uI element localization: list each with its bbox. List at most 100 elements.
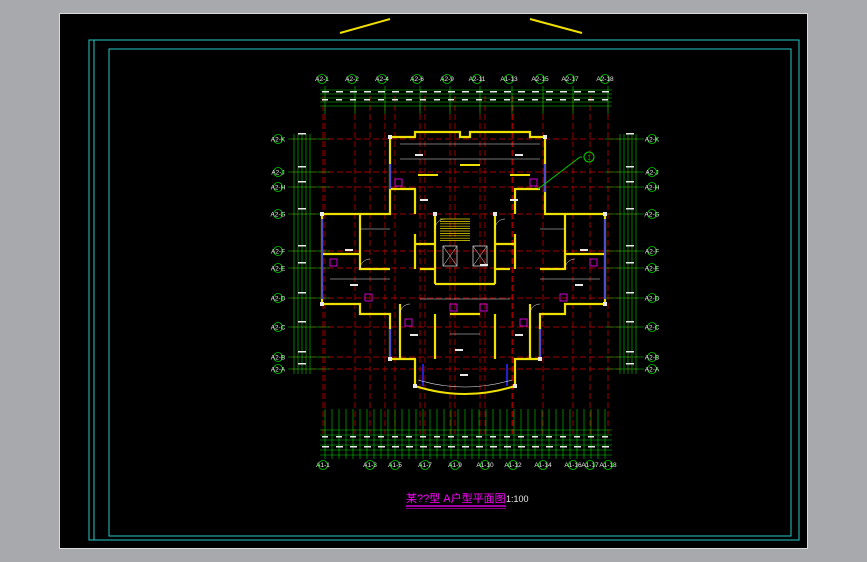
dim-text-mark [434, 99, 440, 101]
dim-text-mark [504, 99, 510, 101]
room-label-mark [345, 249, 353, 251]
door-swing [359, 258, 371, 270]
dim-text-mark [560, 91, 567, 93]
dim-text-mark [518, 91, 525, 93]
drawing-canvas[interactable]: A2-1 A2-2 A2-4 A2-6 A2-9 A2-11 A1-13 A2-15 A2-17… [59, 13, 808, 549]
dim-text-mark [588, 91, 595, 93]
dim-text-mark [626, 321, 634, 323]
bottom-axis-label: A1-12 [504, 462, 522, 469]
top-axis-label: A2-17 [561, 76, 579, 83]
dim-text-mark [546, 446, 553, 448]
room-label-mark [515, 154, 523, 156]
dim-text-mark [626, 245, 634, 247]
left-axis-label: A2-E [271, 266, 286, 273]
room-label-mark [480, 264, 488, 266]
dim-text-mark [448, 91, 455, 93]
left-axis-label: A2-B [271, 355, 285, 362]
bottom-axis-label: A1-7 [418, 462, 432, 469]
dim-text-mark [532, 91, 539, 93]
dim-text-mark [602, 91, 609, 93]
right-axis-label: A2-B [645, 355, 659, 362]
dimension-lines [288, 86, 644, 459]
dim-text-mark [476, 99, 482, 101]
dim-text-mark [448, 436, 454, 438]
right-axis-label: A2-C [645, 325, 660, 332]
bottom-axis-label: A1-14 [534, 462, 552, 469]
dim-text-mark [574, 446, 581, 448]
dim-text-mark [336, 91, 343, 93]
dim-text-mark [626, 262, 634, 264]
fixture [559, 293, 568, 302]
column [493, 212, 497, 216]
dim-text-mark [378, 446, 385, 448]
dim-text-mark [298, 292, 306, 294]
dim-text-mark [378, 99, 384, 101]
dim-text-mark [574, 91, 581, 93]
dim-text-mark [298, 363, 306, 365]
wall-segment [330, 302, 417, 386]
top-axis-label: A2-4 [375, 76, 389, 83]
column [543, 135, 547, 139]
dim-text-mark [518, 99, 524, 101]
dim-text-mark [336, 436, 342, 438]
dim-text-mark [462, 99, 468, 101]
dim-text-mark [322, 99, 328, 101]
dim-text-mark [588, 99, 594, 101]
dim-text-mark [350, 99, 356, 101]
room-label-mark [575, 284, 583, 286]
dim-text-mark [588, 446, 595, 448]
dim-text-mark [406, 446, 413, 448]
dim-text-mark [392, 99, 398, 101]
room-label-mark [415, 154, 423, 156]
dim-text-mark [434, 436, 440, 438]
wall-segment [322, 242, 605, 256]
column [603, 212, 607, 216]
cad-viewer: A2-1 A2-2 A2-4 A2-6 A2-9 A2-11 A1-13 A2-15 A2-17… [0, 0, 867, 562]
fixture [364, 293, 373, 302]
left-axis-label: A2-D [271, 296, 286, 303]
dim-text-mark [298, 351, 306, 353]
column [603, 302, 607, 306]
dim-text-mark [546, 99, 552, 101]
dim-text-mark [504, 446, 511, 448]
bottom-axis-label: A1-3 [363, 462, 377, 469]
bottom-axis-label: A1-1 [316, 462, 330, 469]
top-axis-label: A1-13 [500, 76, 518, 83]
top-axis-label: A2-9 [440, 76, 454, 83]
bottom-axis-label: A1-16 [564, 462, 582, 469]
dim-text-mark [546, 91, 553, 93]
dim-text-mark [420, 91, 427, 93]
dim-text-mark [532, 99, 538, 101]
dim-text-mark [420, 436, 426, 438]
fixture [449, 303, 458, 312]
dim-text-mark [298, 262, 306, 264]
left-axis-label: A2-G [270, 212, 285, 219]
dim-text-mark [434, 91, 441, 93]
left-axis-label: A2-C [271, 325, 286, 332]
dim-text-mark [626, 208, 634, 210]
bottom-axis-label: A1-9 [448, 462, 462, 469]
dim-text-mark [350, 446, 357, 448]
dim-text-mark [532, 436, 538, 438]
dim-text-mark [504, 91, 511, 93]
column [388, 357, 392, 361]
dim-text-mark [574, 99, 580, 101]
right-axis-label: A2-F [645, 249, 659, 256]
right-axis-label: A2-A [645, 367, 660, 374]
fixture [394, 178, 403, 187]
room-label-bar [460, 164, 480, 166]
dim-text-mark [406, 91, 413, 93]
door-swing [494, 218, 506, 230]
dim-text-mark [364, 446, 371, 448]
door-swing [529, 303, 541, 315]
floor-plan-drawing: A2-1 A2-2 A2-4 A2-6 A2-9 A2-11 A1-13 A2-15 A2-17… [88, 18, 800, 541]
dim-text-mark [322, 91, 329, 93]
column [433, 212, 437, 216]
dim-text-mark [462, 446, 469, 448]
wall-segment [543, 194, 607, 306]
bottom-axis-label: A1-10 [476, 462, 494, 469]
dim-text-mark [462, 91, 469, 93]
dim-text-mark [560, 446, 567, 448]
column [413, 384, 417, 388]
room-label-mark [580, 249, 588, 251]
